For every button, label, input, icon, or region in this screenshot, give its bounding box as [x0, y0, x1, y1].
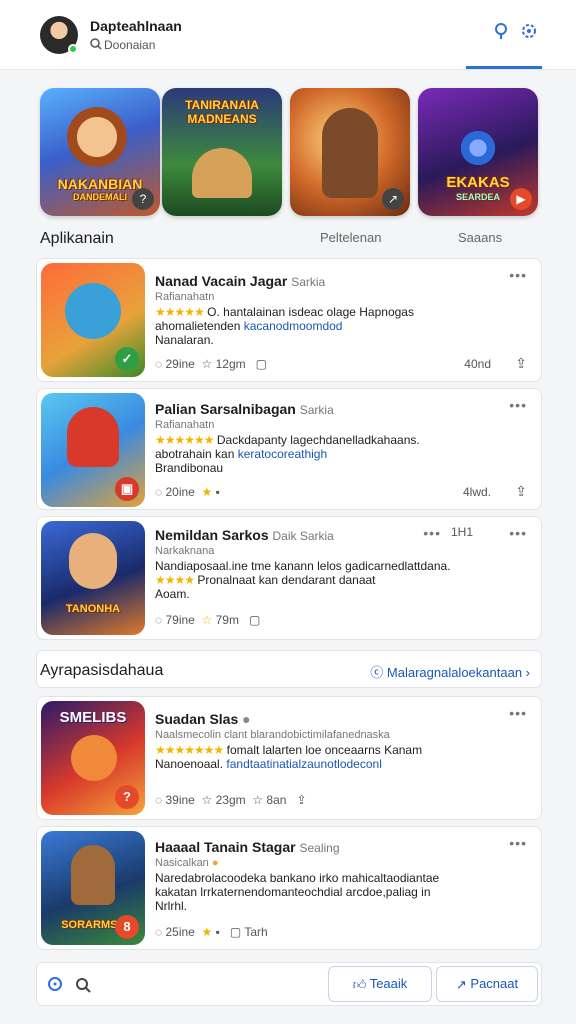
tile-title: TANIRANAIA MADNEANS	[185, 98, 259, 126]
share-arrow-icon: ↗	[455, 976, 467, 992]
app-thumbnail: SMELIBS ?	[41, 701, 145, 815]
check-icon: ✓	[115, 347, 139, 371]
app-list-item[interactable]: ✓ Nanad Vacain Jagar Sarkia Rafianahatn …	[36, 258, 542, 382]
primary-action-button[interactable]: 👍︎ Teaaik	[328, 966, 432, 1002]
app-subtitle: Nasicalkan ●	[155, 857, 219, 869]
page-subtitle: Doonaian	[104, 38, 156, 52]
app-meta: ◌ 20ine ★ ▪	[155, 485, 220, 499]
app-size: 40nd	[464, 357, 491, 371]
app-description: ★★★★★★★ fomalt lalarten loe onceaarns Ka…	[155, 743, 423, 771]
app-thumbnail: ✓	[41, 263, 145, 377]
online-status-dot	[68, 44, 78, 54]
share-icon[interactable]: ⇪	[515, 483, 527, 500]
app-thumbnail: SORARMSE 8	[41, 831, 145, 945]
thumb-title: TANONHA	[65, 603, 121, 615]
section-see-all-link[interactable]: ⓒ Malaragnalaloekantaan ›	[370, 662, 530, 681]
app-meta: ◌ 25ine ★ ▪ ▢ Tarh	[155, 925, 268, 939]
app-meta: ◌ 39ine ☆ 23gm ☆ 8an ⇪	[155, 793, 307, 807]
question-icon: ?	[132, 188, 154, 210]
app-title: Haaaal Tanain Stagar Sealing	[155, 839, 340, 855]
more-options-icon[interactable]: •••	[509, 267, 527, 283]
overflow-icon[interactable]: •••	[509, 525, 527, 541]
play-icon: ▶	[510, 188, 532, 210]
category-apps[interactable]: Aplikanain	[40, 230, 114, 248]
app-list-item[interactable]: TANONHA Nemildan Sarkos Daik Sarkia Nark…	[36, 516, 542, 640]
app-list-item[interactable]: SMELIBS ? Suadan Slas ● Naalsmecolin cla…	[36, 696, 542, 820]
page-title: Dapteahlnaan	[90, 18, 182, 34]
featured-game-tile[interactable]: ↗	[290, 88, 410, 216]
app-thumbnail: TANONHA	[41, 521, 145, 635]
section-title: Ayrapasisdahaua	[40, 662, 164, 679]
app-description: Nandiaposaal.ine tme kanann lelos gadica…	[155, 559, 451, 601]
app-list-item[interactable]: SORARMSE 8 Haaaal Tanain Stagar Sealing …	[36, 826, 542, 950]
app-list-item[interactable]: ▣ Palian Sarsalnibagan Sarkia Rafianahat…	[36, 388, 542, 510]
active-tab-indicator	[466, 66, 542, 69]
more-options-icon[interactable]: •••	[509, 705, 527, 721]
search-icon	[90, 38, 102, 50]
question-icon: ?	[115, 785, 139, 809]
app-size: 4lwd.	[462, 485, 491, 499]
app-description: ★★★★★★ Dackdapanty lagechdanelladkahaans…	[155, 433, 420, 475]
category-second[interactable]: Peltelenan	[320, 230, 381, 245]
more-options-icon[interactable]: •••	[509, 397, 527, 413]
app-title: Nemildan Sarkos Daik Sarkia	[155, 527, 334, 543]
more-options-icon[interactable]: •••	[509, 835, 527, 851]
app-subtitle: Naalsmecolin clant blarandobictimilafane…	[155, 729, 390, 741]
thumb-title: SMELIBS	[59, 709, 127, 726]
app-thumbnail: ▣	[41, 393, 145, 507]
app-description: Naredabrolacoodeka bankano irko mahicalt…	[155, 871, 440, 913]
app-badge-icon: 8	[115, 915, 139, 939]
app-title: Nanad Vacain Jagar Sarkia	[155, 273, 326, 289]
gear-icon[interactable]	[520, 22, 538, 40]
app-meta: ◌ 29ine ☆ 12gm ▢	[155, 357, 267, 371]
rating-stars: ★★★★★★	[155, 433, 215, 447]
app-subtitle: Narkaknana	[155, 545, 215, 557]
rating-stars: ★★★★★★★	[155, 743, 224, 757]
location-pin-icon[interactable]	[46, 976, 64, 994]
cursor-icon: ↗	[382, 188, 404, 210]
app-description: ★★★★★ O. hantalainan isdeac olage Hapnog…	[155, 305, 414, 347]
category-third[interactable]: Saaans	[458, 230, 502, 245]
rating-stars: ★★★★	[155, 573, 195, 587]
app-header: Dapteahlnaan Doonaian	[0, 0, 576, 70]
thumbs-up-icon: 👍︎	[352, 976, 367, 992]
app-title: Palian Sarsalnibagan Sarkia	[155, 401, 334, 417]
featured-game-tile[interactable]: NAKANBIAN DANDEMALI ?	[40, 88, 160, 216]
app-title: Suadan Slas ●	[155, 711, 251, 727]
featured-game-tile[interactable]: EKAKAS SEARDEA ▶	[418, 88, 538, 216]
app-subtitle: Rafianahatn	[155, 291, 215, 303]
featured-game-tile[interactable]: TANIRANAIA MADNEANS	[162, 88, 282, 216]
app-subtitle: Rafianahatn	[155, 419, 215, 431]
secondary-action-button[interactable]: ↗ Pacnaat	[436, 966, 538, 1002]
share-icon[interactable]: ⇪	[515, 355, 527, 372]
app-size: 1H1	[450, 525, 473, 539]
rating-stars: ★★★★★	[155, 305, 205, 319]
app-badge-icon: ▣	[115, 477, 139, 501]
app-meta: ◌ 79ine ☆ 79m ▢	[155, 613, 261, 627]
more-options-icon[interactable]: •••	[423, 525, 441, 541]
location-pin-icon[interactable]	[492, 22, 510, 40]
search-icon[interactable]	[74, 976, 92, 994]
